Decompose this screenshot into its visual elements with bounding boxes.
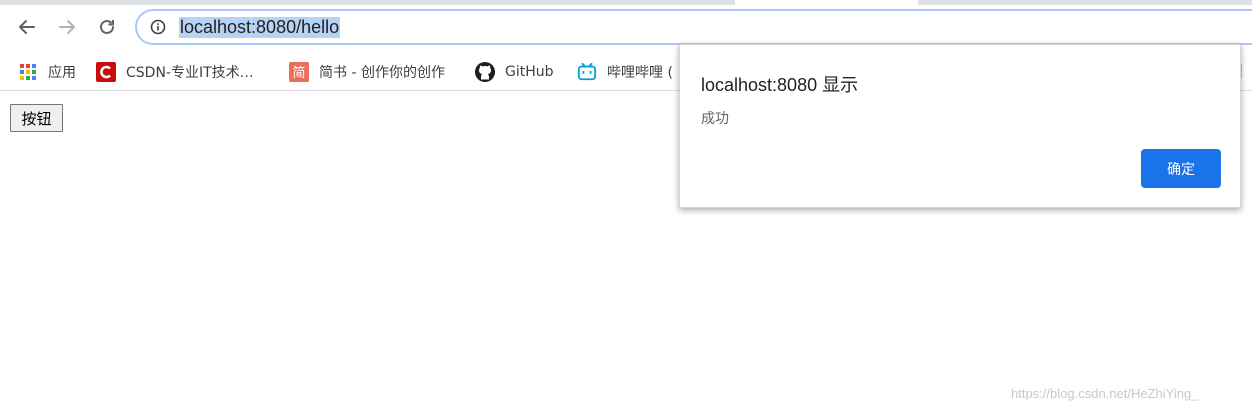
watermark: https://blog.csdn.net/HeZhiYing_: [1011, 386, 1199, 401]
tab-strip-segment: [0, 0, 735, 5]
bookmark-bilibili[interactable]: 哔哩哔哩 (: [577, 58, 673, 86]
bookmark-label: CSDN-专业IT技术…: [126, 65, 254, 81]
bookmark-label: 哔哩哔哩 (: [607, 65, 673, 81]
reload-button[interactable]: [92, 12, 122, 42]
jianshu-logo-icon: 简: [289, 62, 309, 82]
bookmark-label: 应用: [48, 65, 76, 81]
url-text[interactable]: localhost:8080/hello: [179, 17, 341, 38]
apps-grid-icon: [18, 62, 38, 82]
forward-button[interactable]: [52, 12, 82, 42]
back-arrow-icon: [19, 20, 35, 34]
github-logo-icon: [475, 62, 495, 82]
ok-button[interactable]: 确定: [1141, 149, 1221, 188]
bookmark-github[interactable]: GitHub: [475, 58, 554, 86]
svg-text:简: 简: [292, 65, 305, 81]
bilibili-logo-icon: [577, 62, 597, 82]
bookmark-csdn[interactable]: CSDN-专业IT技术…: [96, 58, 254, 86]
reload-icon: [100, 19, 114, 34]
info-icon[interactable]: [150, 19, 166, 35]
bookmark-label: GitHub: [505, 64, 554, 80]
tab-strip-segment: [918, 0, 1252, 5]
address-bar[interactable]: localhost:8080/hello: [135, 9, 1252, 45]
bookmark-jianshu[interactable]: 简 简书 - 创作你的创作: [289, 58, 445, 86]
csdn-logo-icon: [96, 62, 116, 82]
dialog-message: 成功: [701, 111, 729, 127]
bookmark-label: 简书 - 创作你的创作: [319, 65, 445, 81]
forward-arrow-icon: [59, 20, 75, 34]
bookmark-apps[interactable]: 应用: [18, 58, 76, 86]
dialog-title: localhost:8080 显示: [701, 75, 859, 95]
back-button[interactable]: [12, 12, 42, 42]
alert-dialog: localhost:8080 显示 成功 确定: [679, 44, 1241, 208]
page-button[interactable]: 按钮: [10, 104, 63, 132]
